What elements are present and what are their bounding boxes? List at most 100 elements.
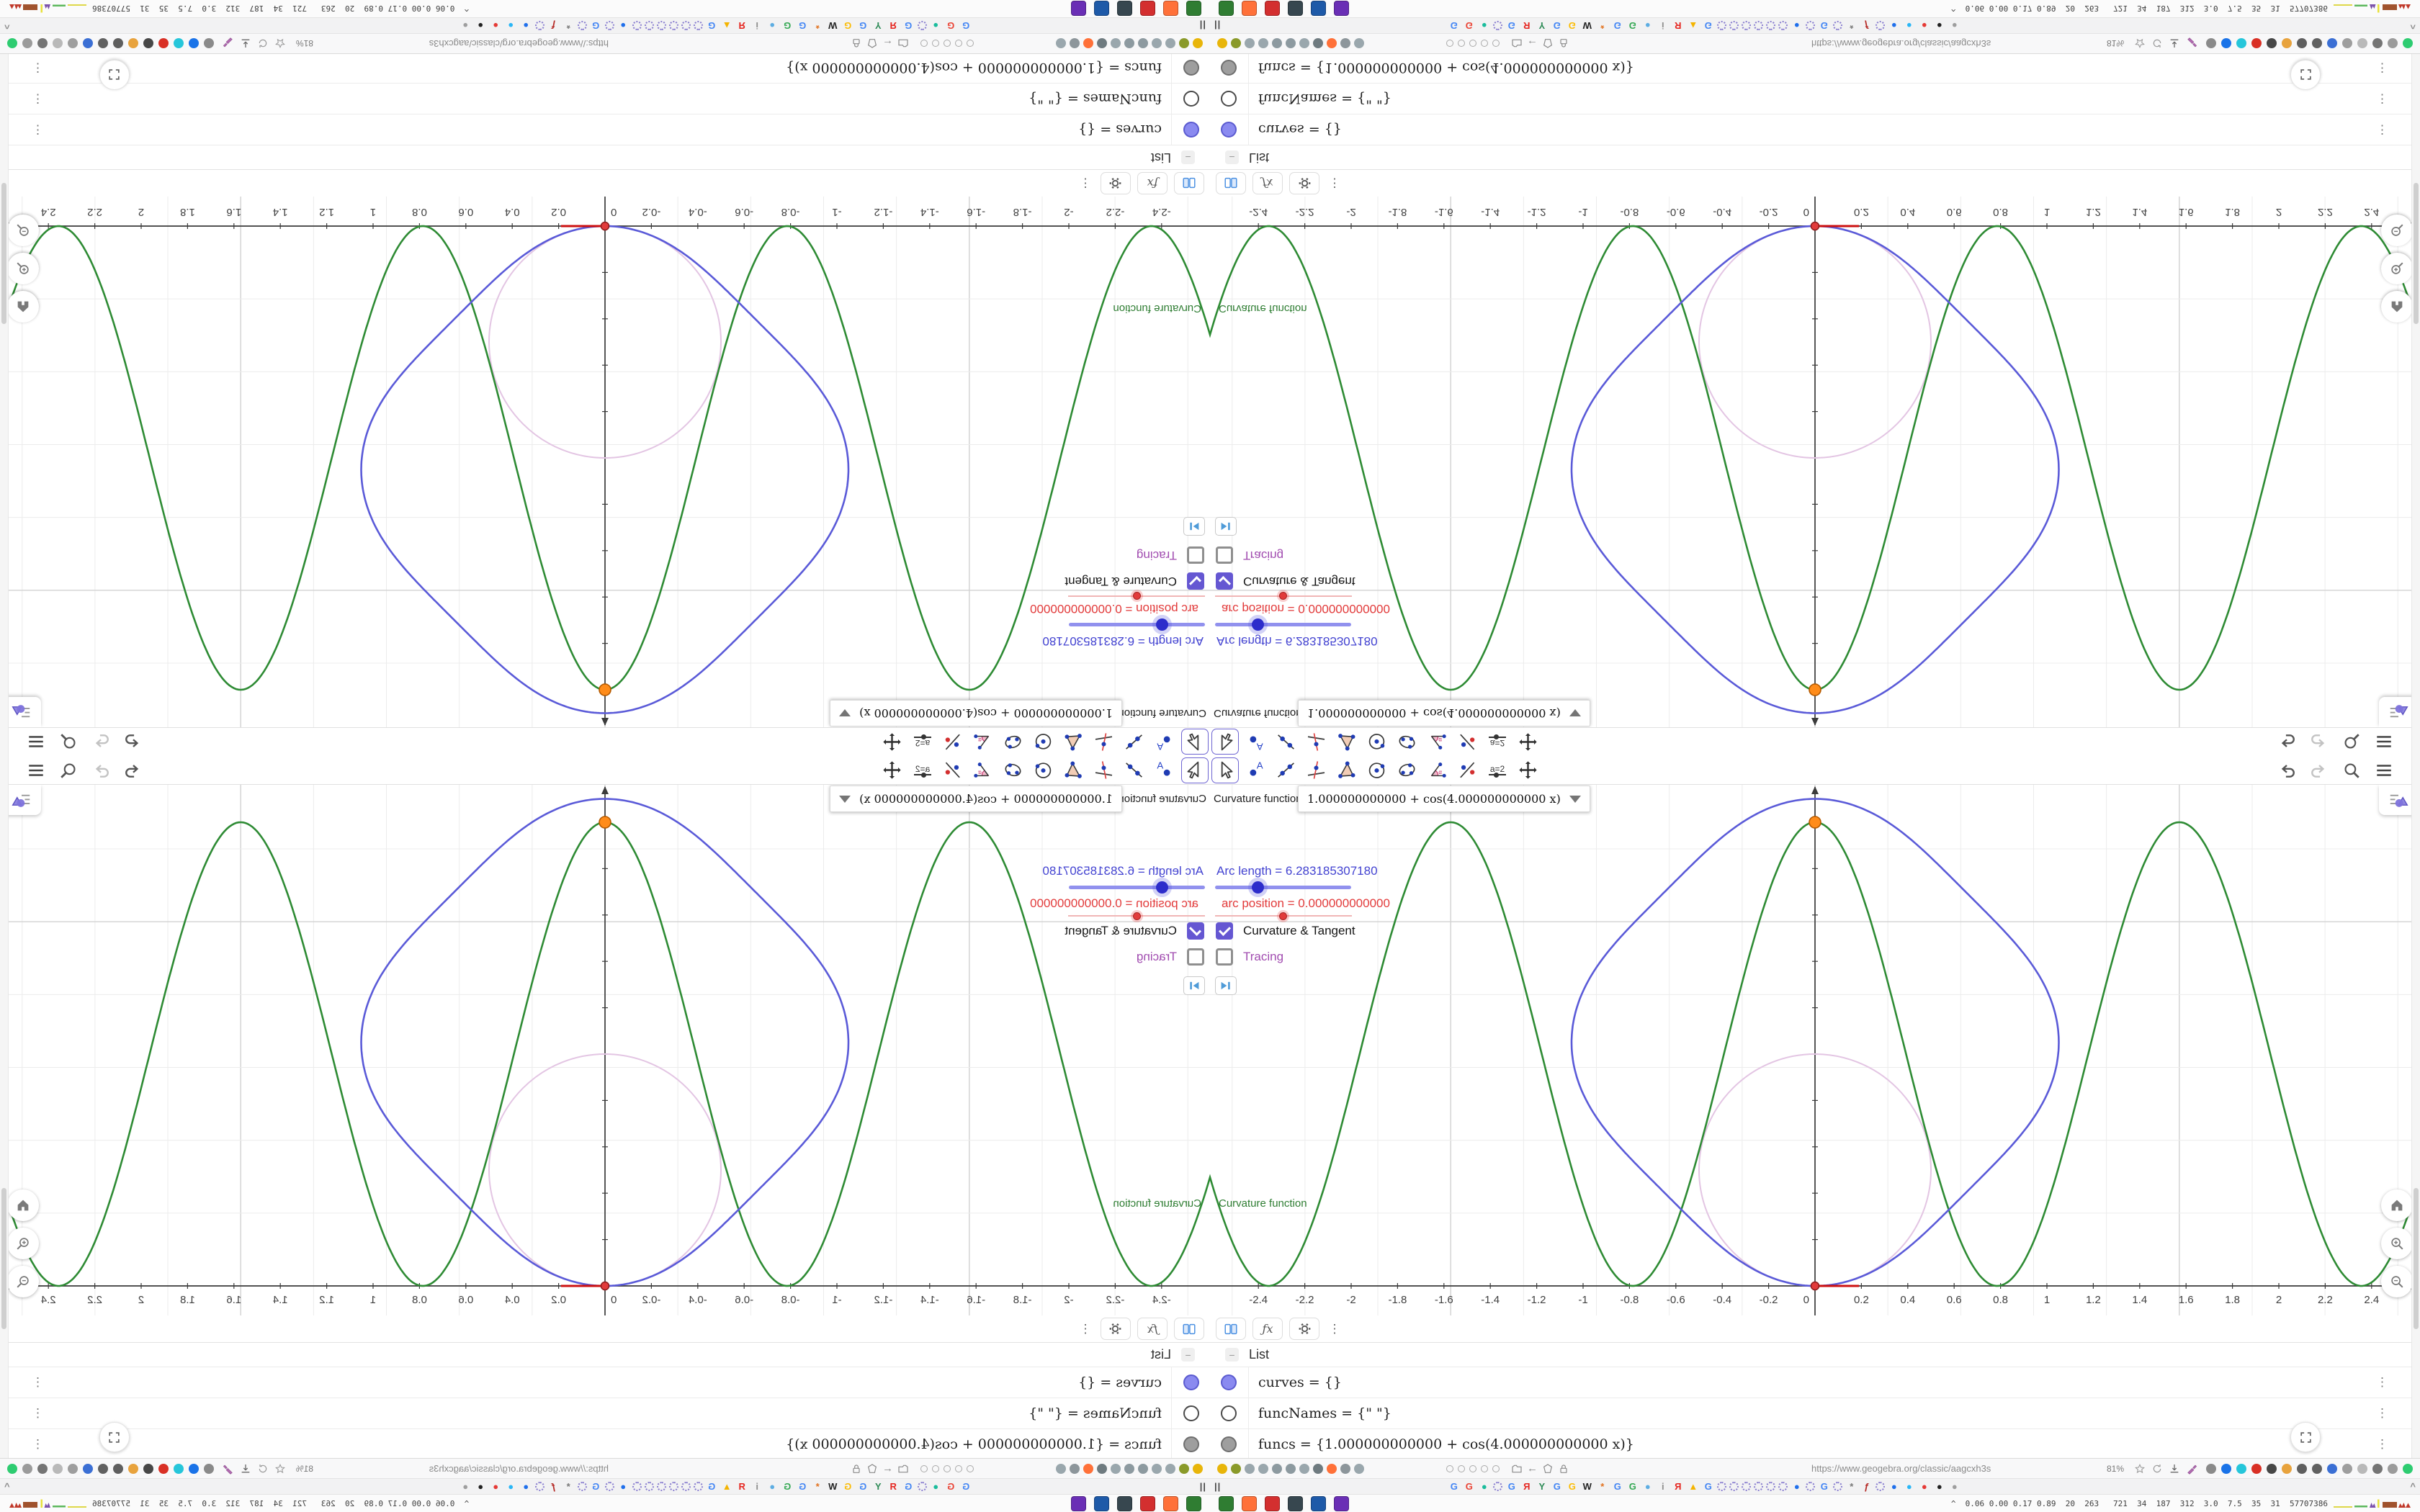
checkbox-checked-icon[interactable]: [1216, 922, 1233, 940]
bookmark-favicon[interactable]: G: [1566, 1482, 1578, 1491]
arc-position-slider-label[interactable]: arc position = 0.000000000000: [1030, 896, 1198, 911]
extension-icon[interactable]: [1217, 38, 1227, 49]
url-text[interactable]: https://www.geogebra.org/classic/aagcxh3…: [1811, 1463, 1991, 1474]
bookmark-favicon[interactable]: G: [1463, 1482, 1475, 1491]
algebra-menu-kebab-icon[interactable]: ⋮: [1077, 1322, 1094, 1336]
reflect-tool-button[interactable]: [939, 729, 967, 755]
extension-icon[interactable]: [128, 1463, 138, 1474]
zoom-out-icon[interactable]: [7, 1266, 39, 1297]
angle-tool-button[interactable]: α: [969, 729, 997, 755]
extension-icon[interactable]: [204, 1463, 214, 1474]
checkbox-unchecked-icon[interactable]: [1216, 546, 1233, 564]
collapse-list-button[interactable]: −: [1225, 1348, 1239, 1362]
visibility-toggle-icon[interactable]: [1183, 1405, 1199, 1421]
extension-icon[interactable]: [2267, 38, 2277, 49]
move-view-tool-button[interactable]: [1514, 729, 1541, 755]
folder-icon[interactable]: [897, 1463, 909, 1475]
taskbar-app-icon[interactable]: [1334, 1495, 1349, 1511]
extension-icon[interactable]: [1111, 1463, 1121, 1474]
perpendicular-line-tool-button[interactable]: [1090, 757, 1118, 783]
arc-length-slider-thumb[interactable]: [1156, 618, 1168, 631]
main-menu-button[interactable]: [2372, 759, 2396, 782]
extension-icon[interactable]: [189, 1463, 199, 1474]
bookmark-favicon[interactable]: ▲: [1687, 20, 1699, 31]
extension-icon[interactable]: [2221, 38, 2231, 49]
plot-canvas[interactable]: -2.4 -2.2 -2 -1.8 -1.6 -1.4 -1.2 -1 -0.8 -0.6 -0.4…: [1210, 197, 2420, 727]
bookmark-favicon[interactable]: [1729, 1482, 1739, 1491]
main-menu-button[interactable]: [24, 759, 48, 782]
page-action-icon[interactable]: [1469, 1464, 1476, 1472]
algebra-row-funcs[interactable]: funcs = {1.000000000000 + cos(4.00000000…: [1210, 52, 2420, 83]
bookmark-favicon[interactable]: [656, 1482, 666, 1491]
extension-icon[interactable]: [2312, 1463, 2322, 1474]
bookmark-favicon[interactable]: [668, 1482, 678, 1491]
bookmark-favicon[interactable]: Я: [736, 20, 748, 31]
reflect-tool-button[interactable]: [939, 757, 967, 783]
algebra-style-button[interactable]: [1174, 1318, 1204, 1340]
extension-icon[interactable]: [174, 1463, 184, 1474]
extension-icon[interactable]: [1299, 38, 1309, 49]
point-tool-button[interactable]: A: [1242, 729, 1269, 755]
bookmark-favicon[interactable]: i: [1657, 20, 1669, 31]
scrollbar-thumb[interactable]: [1, 1188, 6, 1329]
bookmark-favicon[interactable]: ●: [490, 20, 502, 31]
arc-length-slider-thumb[interactable]: [1252, 618, 1264, 631]
bookmark-favicon[interactable]: [644, 21, 654, 30]
zoom-in-icon[interactable]: [7, 1228, 39, 1259]
algebra-row-funcNames[interactable]: funcNames = {" "} ⋮: [1210, 83, 2420, 114]
function-tools-button[interactable]: ƒx: [1252, 1318, 1283, 1340]
bookmark-favicon[interactable]: G: [960, 20, 972, 31]
chevron-up-icon[interactable]: ^: [2410, 1481, 2416, 1492]
url-text[interactable]: https://www.geogebra.org/classic/aagcxh3…: [1811, 38, 1991, 49]
url-text[interactable]: https://www.geogebra.org/classic/aagcxh3…: [429, 38, 609, 49]
move-tool-button[interactable]: [1181, 729, 1209, 755]
algebra-menu-kebab-icon[interactable]: ⋮: [1326, 176, 1343, 191]
algebra-row-funcs[interactable]: funcs = {1.000000000000 + cos(4.00000000…: [1210, 1429, 2420, 1460]
page-action-icon[interactable]: [1458, 40, 1465, 48]
arc-position-slider-label[interactable]: arc position = 0.000000000000: [1030, 601, 1198, 616]
bookmark-favicon[interactable]: [1833, 1482, 1843, 1491]
bookmark-favicon[interactable]: ●: [460, 1481, 472, 1492]
point-tool-button[interactable]: A: [1151, 757, 1178, 783]
extension-icon[interactable]: [1327, 1463, 1337, 1474]
bookmark-favicon[interactable]: [1754, 21, 1764, 30]
extension-icon[interactable]: [1070, 1463, 1080, 1474]
polygon-tool-button[interactable]: [1060, 757, 1088, 783]
page-action-icon[interactable]: [1481, 1464, 1488, 1472]
ellipse-tool-button[interactable]: [1393, 729, 1420, 755]
extension-icon[interactable]: [1245, 1463, 1255, 1474]
extension-icon[interactable]: [2388, 1463, 2398, 1474]
extension-icon[interactable]: [68, 38, 78, 49]
tracing-checkbox[interactable]: Tracing: [1137, 546, 1204, 564]
zoom-out-icon[interactable]: [2381, 1266, 2413, 1297]
taskbar-app-icon[interactable]: [1094, 1, 1109, 17]
shield-icon[interactable]: [866, 1463, 878, 1475]
taskbar-app-icon[interactable]: [1219, 1495, 1234, 1511]
extension-icon[interactable]: [158, 1463, 169, 1474]
bookmark-favicon[interactable]: ƒ: [547, 20, 560, 31]
bookmark-favicon[interactable]: [1806, 1482, 1816, 1491]
bookmark-favicon[interactable]: G: [706, 1481, 718, 1492]
taskbar-app-icon[interactable]: [1163, 1, 1178, 17]
bookmark-favicon[interactable]: ●: [1641, 1482, 1654, 1491]
lock-icon[interactable]: [851, 38, 862, 50]
bookmark-favicon[interactable]: [604, 1482, 614, 1491]
extension-icon[interactable]: [113, 1463, 123, 1474]
arc-position-slider[interactable]: [1215, 592, 1352, 600]
page-action-icon[interactable]: [1492, 40, 1500, 48]
extension-icon[interactable]: [1354, 1463, 1364, 1474]
home-icon[interactable]: [2381, 1189, 2413, 1221]
taskbar-app-icon[interactable]: [1242, 1495, 1257, 1511]
perpendicular-line-tool-button[interactable]: [1302, 757, 1330, 783]
bookmark-favicon[interactable]: [1876, 21, 1886, 30]
bookmark-favicon[interactable]: ●: [490, 1481, 502, 1492]
play-button[interactable]: [1183, 517, 1205, 536]
bookmark-favicon[interactable]: Я: [1672, 20, 1684, 31]
bookmark-favicon[interactable]: Я: [1520, 1482, 1533, 1491]
bookmark-favicon[interactable]: ●: [475, 1481, 487, 1492]
page-action-icon[interactable]: [1458, 1464, 1465, 1472]
undo-button[interactable]: [2275, 731, 2298, 754]
extension-icon[interactable]: [1097, 38, 1107, 49]
settings-gear-icon[interactable]: [1289, 172, 1319, 194]
bookmark-favicon[interactable]: G: [945, 20, 957, 31]
